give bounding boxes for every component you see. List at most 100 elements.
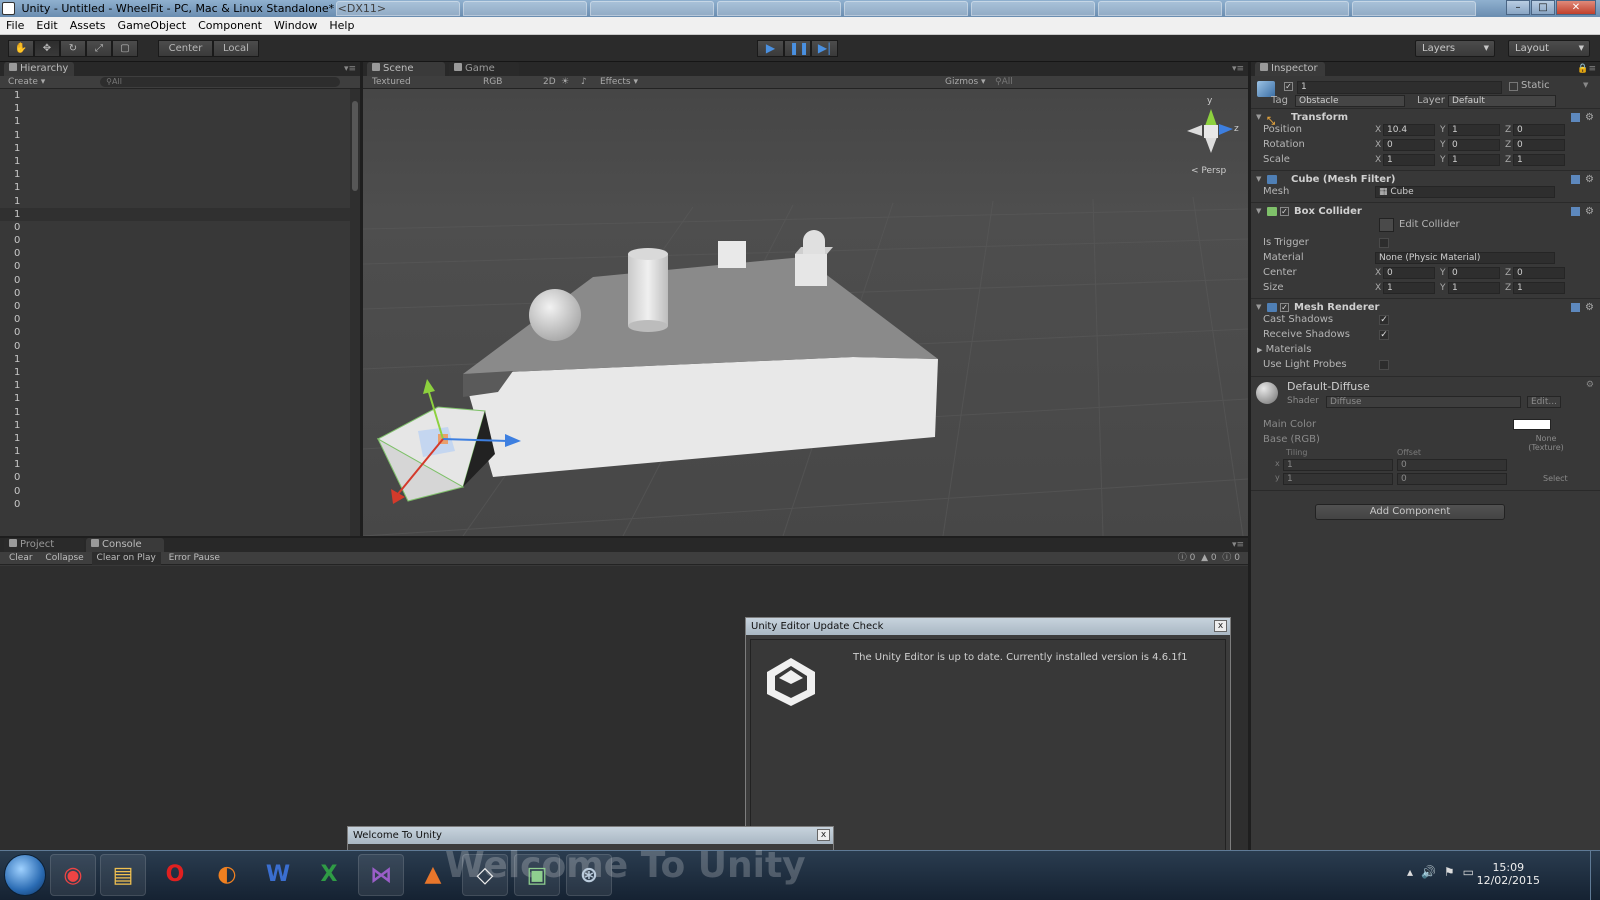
add-component-button[interactable]: Add Component	[1315, 504, 1505, 520]
tab-project[interactable]: Project	[4, 538, 84, 552]
word-icon[interactable]: W	[255, 854, 301, 896]
scale-y-field[interactable]: 1	[1448, 154, 1500, 166]
panel-menu-icon[interactable]: ▾≡	[1232, 64, 1244, 74]
unity-icon[interactable]: ◇	[462, 854, 508, 896]
layer-dropdown[interactable]: Default	[1448, 95, 1556, 107]
effects-dropdown[interactable]: Effects ▾	[600, 76, 638, 89]
rotation-z-field[interactable]: 0	[1513, 139, 1565, 151]
hierarchy-item[interactable]: 1	[0, 353, 350, 366]
capsule-object[interactable]	[803, 230, 825, 254]
hierarchy-item[interactable]: 1	[0, 181, 350, 194]
object-name-field[interactable]: 1	[1297, 81, 1502, 94]
hierarchy-item[interactable]: 1	[0, 458, 350, 471]
hierarchy-item[interactable]: 1	[0, 207, 350, 221]
rotate-icon[interactable]: ↻	[60, 40, 86, 57]
hierarchy-item[interactable]: 0	[0, 471, 350, 484]
help-icon[interactable]	[1571, 113, 1580, 122]
hierarchy-item[interactable]: 0	[0, 260, 350, 273]
main-color-swatch[interactable]	[1513, 419, 1551, 430]
gear-icon[interactable]: ⚙	[1586, 380, 1594, 390]
close-button[interactable]: ✕	[1556, 0, 1596, 15]
hierarchy-item[interactable]: 1	[0, 392, 350, 405]
tab-hierarchy[interactable]: Hierarchy	[4, 62, 75, 76]
panel-menu-icon[interactable]: ▾≡	[344, 64, 356, 74]
hierarchy-item[interactable]: 1	[0, 419, 350, 432]
toggle-2d-button[interactable]: 2D	[543, 76, 556, 89]
center-y-field[interactable]: 0	[1448, 267, 1500, 279]
hierarchy-item[interactable]: 0	[0, 498, 350, 511]
hierarchy-item[interactable]: 0	[0, 247, 350, 260]
system-tray-icons[interactable]: ▴🔊⚑▭	[1407, 865, 1482, 879]
hierarchy-item[interactable]: 1	[0, 102, 350, 115]
offset-y-field[interactable]: 0	[1397, 473, 1507, 485]
gizmos-dropdown[interactable]: Gizmos ▾	[945, 76, 986, 89]
terminal-icon[interactable]: ▣	[514, 854, 560, 896]
layout-dropdown[interactable]: Layout ▼	[1508, 40, 1590, 57]
hierarchy-item[interactable]: 1	[0, 445, 350, 458]
menu-component[interactable]: Component	[192, 17, 268, 34]
step-icon[interactable]: ▶|	[811, 40, 838, 57]
clock[interactable]: 15:09 12/02/2015	[1477, 861, 1540, 887]
panel-menu-icon[interactable]: ▾≡	[1232, 540, 1244, 550]
physic-material-field[interactable]: None (Physic Material)	[1375, 252, 1555, 264]
persp-label[interactable]: < Persp	[1191, 166, 1226, 176]
tab-scene[interactable]: Scene	[367, 62, 445, 76]
welcome-close-button[interactable]: x	[817, 829, 830, 841]
console-collapse-button[interactable]: Collapse	[40, 552, 88, 565]
dialog-close-button[interactable]: x	[1214, 620, 1227, 632]
hierarchy-item[interactable]: 0	[0, 340, 350, 353]
scene-viewport[interactable]: y z < Persp	[363, 89, 1248, 536]
tab-game[interactable]: Game	[449, 62, 519, 76]
help-icon[interactable]	[1571, 175, 1580, 184]
shader-edit-button[interactable]: Edit...	[1527, 396, 1561, 408]
firefox-icon[interactable]: ◐	[204, 854, 250, 896]
pivot-local-button[interactable]: Local	[213, 40, 259, 57]
light-probes-checkbox[interactable]	[1379, 360, 1389, 370]
materials-foldout[interactable]: ▶ Materials	[1257, 343, 1596, 357]
rotation-y-field[interactable]: 0	[1448, 139, 1500, 151]
folder-icon[interactable]: ▤	[100, 854, 146, 896]
rect-icon[interactable]: ▢	[112, 40, 138, 57]
position-y-field[interactable]: 1	[1448, 124, 1500, 136]
error-icon[interactable]: ⓘ	[1178, 553, 1187, 563]
position-x-field[interactable]: 10.4	[1383, 124, 1435, 136]
tab-console[interactable]: Console	[86, 538, 164, 552]
hierarchy-item[interactable]: 0	[0, 485, 350, 498]
small-cube-object[interactable]	[718, 241, 746, 268]
help-icon[interactable]	[1571, 207, 1580, 216]
box-collider-enabled-checkbox[interactable]: ✓	[1280, 207, 1289, 216]
size-z-field[interactable]: 1	[1513, 282, 1565, 294]
size-x-field[interactable]: 1	[1383, 282, 1435, 294]
audio-toggle-icon[interactable]: ♪	[581, 76, 587, 89]
hierarchy-item[interactable]: 0	[0, 300, 350, 313]
lighting-toggle-icon[interactable]: ☀	[561, 76, 569, 89]
tab-inspector[interactable]: Inspector	[1255, 62, 1325, 76]
sphere-object[interactable]	[529, 289, 581, 341]
small-cube-object[interactable]	[795, 254, 827, 286]
size-y-field[interactable]: 1	[1448, 282, 1500, 294]
is-trigger-checkbox[interactable]	[1379, 238, 1389, 248]
menu-edit[interactable]: Edit	[30, 17, 63, 34]
shading-mode-dropdown[interactable]: Textured	[372, 76, 411, 89]
hierarchy-item[interactable]: 1	[0, 142, 350, 155]
receive-shadows-checkbox[interactable]: ✓	[1379, 330, 1389, 340]
texture-slot[interactable]: None (Texture)	[1515, 434, 1577, 470]
menu-help[interactable]: Help	[323, 17, 360, 34]
tiling-y-field[interactable]: 1	[1283, 473, 1393, 485]
hierarchy-item[interactable]: 1	[0, 89, 350, 102]
cast-shadows-checkbox[interactable]: ✓	[1379, 315, 1389, 325]
box-collider-header[interactable]: ▼ ✓ Box Collider ⚙	[1251, 202, 1600, 219]
tag-dropdown[interactable]: Obstacle	[1295, 95, 1405, 107]
console-clear-on-play-button[interactable]: Clear on Play	[91, 552, 161, 565]
pivot-center-button[interactable]: Center	[158, 40, 213, 57]
center-x-field[interactable]: 0	[1383, 267, 1435, 279]
visual-studio-icon[interactable]: ⋈	[358, 854, 404, 896]
menu-file[interactable]: File	[0, 17, 30, 34]
maximize-button[interactable]: □	[1531, 0, 1555, 15]
create-dropdown[interactable]: Create ▾	[8, 77, 45, 87]
mesh-field[interactable]: ▦ Cube	[1375, 186, 1555, 198]
hierarchy-item[interactable]: 1	[0, 168, 350, 181]
shader-dropdown[interactable]: Diffuse	[1326, 396, 1521, 408]
start-button[interactable]	[4, 854, 46, 896]
hierarchy-item[interactable]: 1	[0, 406, 350, 419]
